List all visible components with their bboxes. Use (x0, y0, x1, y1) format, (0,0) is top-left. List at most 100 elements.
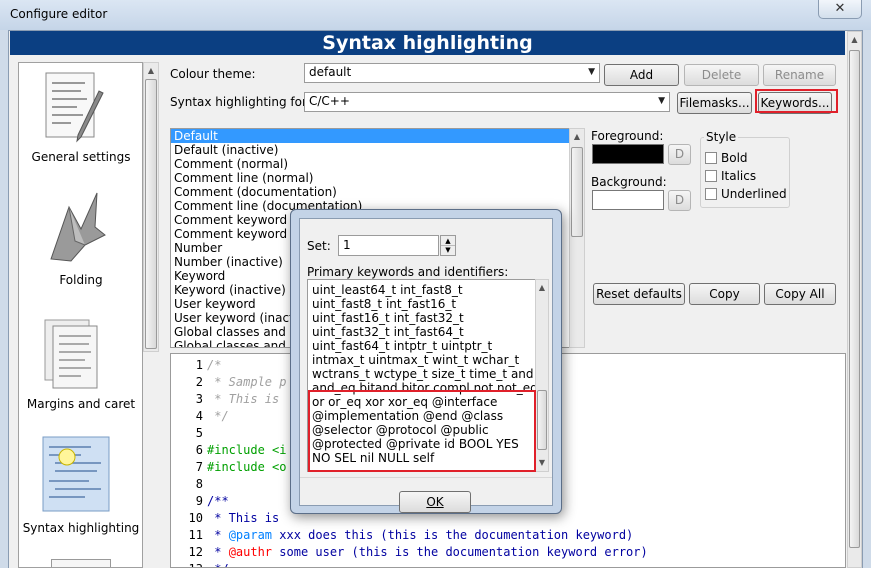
foreground-label: Foreground: (591, 129, 664, 143)
line-number: 2 (195, 375, 203, 389)
colour-theme-value: default (309, 65, 352, 79)
spin-up-icon[interactable]: ▲ (441, 236, 455, 246)
close-button[interactable]: ✕ (818, 0, 862, 19)
style-list-item[interactable]: Default (171, 129, 569, 143)
primary-keywords-label: Primary keywords and identifiers: (307, 265, 509, 279)
keyword-line: wctrans_t wctype_t size_t time_t and (312, 367, 534, 381)
ok-button[interactable]: OK (399, 491, 471, 513)
code-line: 13 */ (171, 562, 845, 567)
sidebar-item-general-settings[interactable]: General settings (19, 63, 142, 185)
line-number: 11 (188, 528, 203, 542)
scrollbar-thumb[interactable] (571, 147, 583, 237)
scrollbar-thumb[interactable] (849, 50, 860, 548)
colour-theme-select[interactable]: default ▼ (304, 63, 600, 83)
filemasks-button[interactable]: Filemasks... (677, 92, 752, 114)
chevron-down-icon: ▼ (658, 96, 665, 106)
checkbox-box[interactable] (705, 170, 717, 182)
keywords-dialog-body: Set: 1 ▲ ▼ Primary keywords and identifi… (299, 218, 553, 513)
style-group-label: Style (704, 130, 739, 144)
code-text: /** (207, 494, 229, 508)
underlined-checkbox[interactable]: Underlined (705, 187, 787, 201)
style-list-item[interactable]: Comment (normal) (171, 157, 569, 171)
syntax-highlighting-icon (42, 436, 110, 512)
set-spin-input[interactable]: 1 (338, 235, 439, 256)
bold-checkbox[interactable]: Bold (705, 151, 748, 165)
window-title: Configure editor (10, 7, 108, 21)
keyword-line: uint_fast64_t intptr_t uintptr_t (312, 339, 493, 353)
code-text: */ (207, 409, 229, 423)
background-color-swatch[interactable] (592, 190, 664, 210)
checkbox-box[interactable] (705, 188, 717, 200)
code-text: /* (207, 358, 222, 372)
italics-checkbox[interactable]: Italics (705, 169, 756, 183)
scrollbar-thumb[interactable] (145, 79, 157, 349)
keywords-scrollbar[interactable]: ▲ ▼ (535, 279, 549, 472)
language-value: C/C++ (309, 94, 350, 108)
set-label: Set: (307, 239, 331, 253)
keyword-line: uint_fast8_t int_fast16_t (312, 297, 457, 311)
sidebar-item-label: Folding (59, 273, 103, 287)
language-select[interactable]: C/C++ ▼ (304, 92, 670, 112)
set-spin-buttons[interactable]: ▲ ▼ (440, 235, 456, 256)
delete-theme-button[interactable]: Delete (684, 64, 759, 86)
sidebar-scrollbar[interactable]: ▲ (143, 62, 159, 352)
style-list-item[interactable]: Default (inactive) (171, 143, 569, 157)
scroll-down-icon[interactable]: ▼ (536, 455, 548, 471)
foreground-color-swatch[interactable] (592, 144, 664, 164)
scrollbar-thumb[interactable] (537, 390, 547, 450)
style-list-item[interactable]: Comment (documentation) (171, 185, 569, 199)
syntax-highlighting-for-label: Syntax highlighting for: (170, 95, 311, 109)
reset-defaults-button[interactable]: Reset defaults (593, 283, 685, 305)
style-list-item[interactable]: Comment line (normal) (171, 171, 569, 185)
page-title: Syntax highlighting (10, 31, 845, 55)
margins-caret-icon (44, 319, 98, 389)
italics-label: Italics (721, 169, 757, 183)
line-number: 3 (195, 392, 203, 406)
keyword-line: uint_fast32_t int_fast64_t (312, 325, 464, 339)
settings-sidebar: General settings Folding Margins and car… (18, 62, 143, 568)
line-number: 12 (188, 545, 203, 559)
foreground-default-button[interactable]: D (668, 144, 691, 165)
line-number: 13 (171, 562, 203, 567)
title-bar[interactable] (0, 0, 871, 30)
colour-theme-label: Colour theme: (170, 67, 256, 81)
sidebar-item-syntax-highlighting[interactable]: Syntax highlighting (19, 431, 142, 554)
doc-keyword-token: @param (228, 528, 273, 542)
rename-theme-button[interactable]: Rename (763, 64, 836, 86)
keyword-line: uint_least64_t int_fast8_t (312, 283, 463, 297)
code-text: * Sample p (207, 375, 287, 389)
background-default-button[interactable]: D (668, 190, 691, 211)
code-text: * This is (207, 511, 280, 525)
copy-all-button[interactable]: Copy All (764, 283, 836, 305)
line-number: 9 (195, 494, 203, 508)
line-number: 4 (195, 409, 203, 423)
checkbox-box[interactable] (705, 152, 717, 164)
sidebar-item-margins-and-caret[interactable]: Margins and caret (19, 308, 142, 431)
add-theme-button[interactable]: Add (604, 64, 679, 86)
scroll-up-icon[interactable]: ▲ (536, 280, 548, 296)
code-line: 12 * @authr some user (this is the docum… (171, 545, 845, 562)
doc-keyword-error-token: @authr (228, 545, 273, 559)
line-number: 1 (195, 358, 203, 372)
code-text: */ (207, 562, 228, 567)
ok-label: OK (426, 495, 444, 509)
bold-label: Bold (721, 151, 748, 165)
background-label: Background: (591, 175, 667, 189)
style-list-scrollbar[interactable]: ▲ (569, 128, 585, 348)
scroll-up-icon[interactable]: ▲ (144, 63, 158, 79)
code-text: #include <o (207, 460, 287, 474)
folding-icon (50, 192, 106, 262)
scroll-up-icon[interactable]: ▲ (848, 32, 861, 48)
keywords-dialog: Set: 1 ▲ ▼ Primary keywords and identifi… (290, 209, 562, 514)
scroll-up-icon[interactable]: ▲ (570, 129, 584, 145)
keywords-highlight-box (755, 89, 838, 113)
window-scrollbar[interactable]: ▲ (847, 31, 862, 568)
sidebar-item-folding[interactable]: Folding (19, 185, 142, 308)
copy-button[interactable]: Copy (689, 283, 760, 305)
chevron-down-icon: ▼ (588, 67, 595, 77)
sidebar-item-label: Margins and caret (26, 397, 136, 411)
code-text: * @param xxx does this (this is the docu… (207, 528, 634, 542)
code-text: * @authr some user (this is the document… (207, 545, 648, 559)
keyword-line: intmax_t uintmax_t wint_t wchar_t (312, 353, 520, 367)
spin-down-icon[interactable]: ▼ (441, 246, 455, 255)
